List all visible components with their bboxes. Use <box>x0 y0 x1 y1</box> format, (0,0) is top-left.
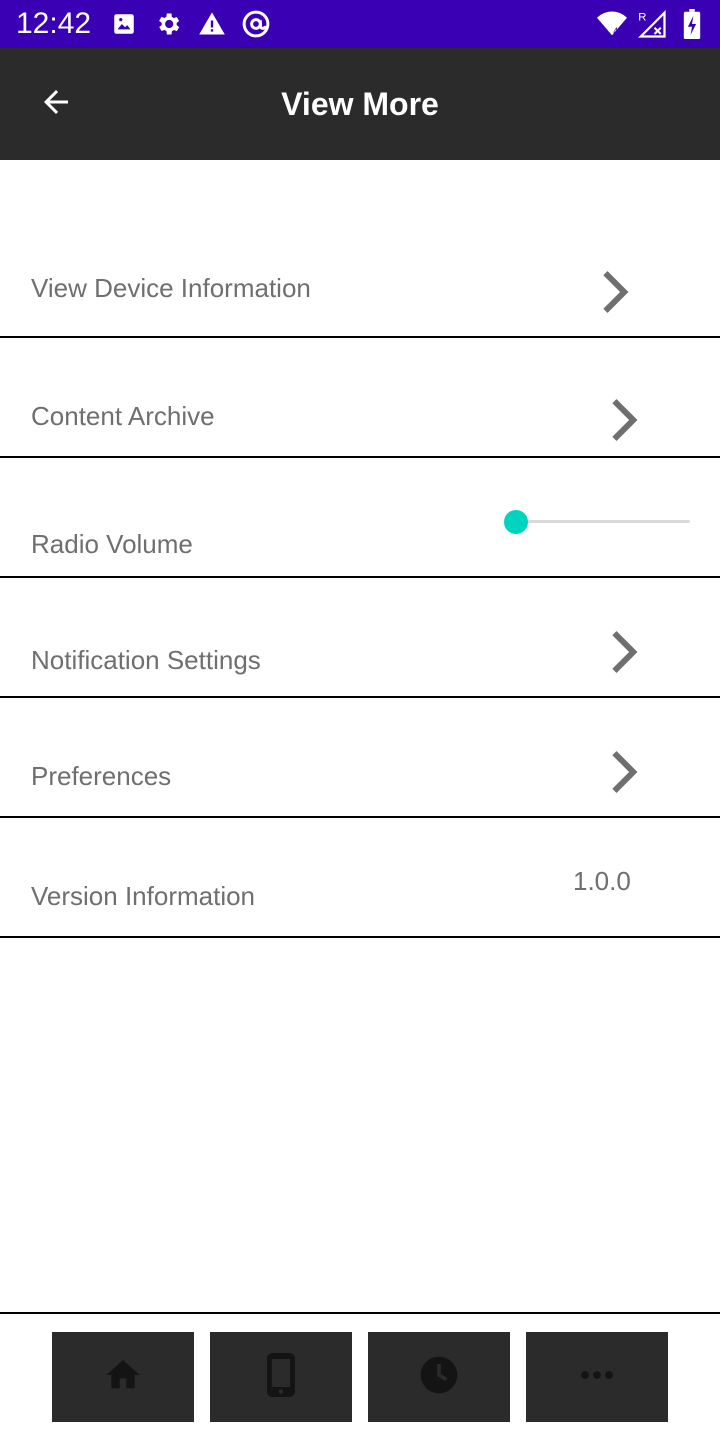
clock-icon <box>417 1353 461 1402</box>
home-icon <box>103 1355 143 1400</box>
status-icons-right: 4 R <box>596 8 708 40</box>
settings-item-label: View Device Information <box>31 273 311 303</box>
svg-text:R: R <box>638 11 646 23</box>
chevron-right-icon <box>607 628 647 676</box>
app-bar: View More <box>0 48 720 160</box>
settings-item-label: Preferences <box>31 761 172 791</box>
battery-charging-icon <box>676 8 708 40</box>
nav-history-button[interactable] <box>368 1332 510 1422</box>
settings-item-preferences[interactable]: Preferences <box>0 698 720 818</box>
page-title: View More <box>281 86 439 122</box>
settings-item-label: Version Information <box>31 881 256 911</box>
phone-icon <box>261 1351 301 1404</box>
chevron-right-icon <box>607 748 647 796</box>
chevron-right-icon <box>598 268 638 316</box>
svg-text:4: 4 <box>613 26 618 36</box>
more-horizontal-icon <box>579 1368 615 1386</box>
settings-item-label: Radio Volume <box>31 529 193 559</box>
settings-item-notification-settings[interactable]: Notification Settings <box>0 578 720 698</box>
chevron-right-icon <box>607 396 647 444</box>
wifi-icon: 4 <box>596 8 628 40</box>
image-icon <box>108 8 140 40</box>
settings-item-content-archive[interactable]: Content Archive <box>0 338 720 458</box>
nav-more-button[interactable] <box>526 1332 668 1422</box>
slider-thumb[interactable] <box>504 510 528 534</box>
slider-track <box>516 520 690 523</box>
at-sign-icon <box>240 8 272 40</box>
status-time: 12:42 <box>16 7 92 40</box>
version-value: 1.0.0 <box>573 866 631 896</box>
bottom-nav-divider <box>0 1312 720 1314</box>
settings-item-label: Content Archive <box>31 401 215 431</box>
nav-device-button[interactable] <box>210 1332 352 1422</box>
radio-volume-slider[interactable] <box>504 508 690 536</box>
status-icons-left <box>108 8 272 40</box>
signal-roaming-icon: R <box>636 8 668 40</box>
settings-gear-icon <box>152 8 184 40</box>
nav-home-button[interactable] <box>52 1332 194 1422</box>
settings-item-label: Notification Settings <box>31 645 261 675</box>
warning-icon <box>196 8 228 40</box>
settings-item-view-device-information[interactable]: View Device Information <box>0 160 720 338</box>
status-bar: 12:42 4 R <box>0 0 720 48</box>
